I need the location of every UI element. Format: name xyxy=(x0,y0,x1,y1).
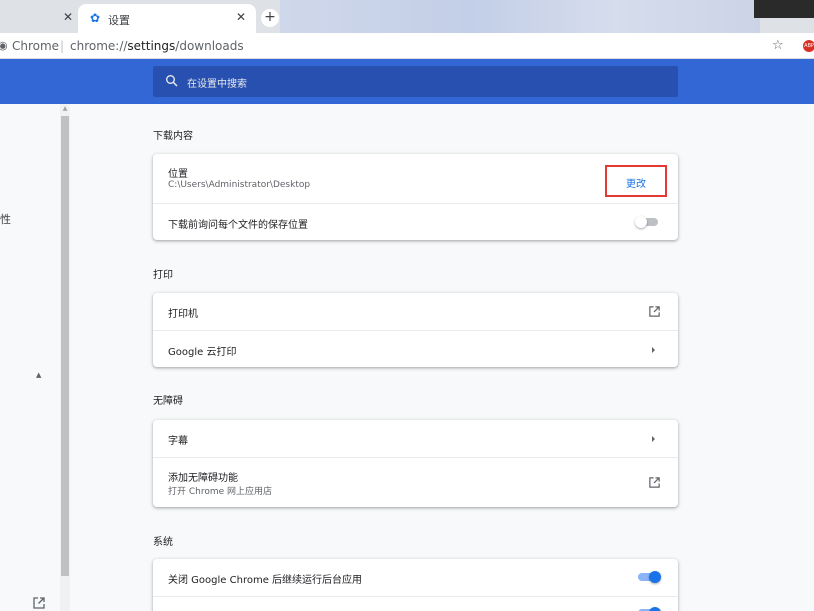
close-icon[interactable]: ✕ xyxy=(236,10,246,24)
sidebar-item-label[interactable]: 性 xyxy=(0,211,11,227)
settings-header: 在设置中搜索 xyxy=(0,59,814,104)
url-prefix: chrome:// xyxy=(70,39,128,53)
tab-title: 设置 xyxy=(108,14,130,27)
cloud-print-row[interactable]: Google 云打印 xyxy=(153,330,678,367)
captions-label: 字幕 xyxy=(168,436,188,447)
new-tab-button[interactable]: + xyxy=(261,9,279,27)
ask-location-row[interactable]: 下载前询问每个文件的保存位置 xyxy=(153,203,678,240)
toggle-knob xyxy=(635,216,647,228)
toggle-knob xyxy=(649,571,661,583)
printers-row[interactable]: 打印机 xyxy=(153,293,678,330)
chevron-right-icon xyxy=(652,436,655,442)
section-title-downloads: 下载内容 xyxy=(153,131,193,142)
address-input[interactable]: chrome://settings/downloads xyxy=(70,39,244,53)
hardware-acceleration-toggle[interactable] xyxy=(635,607,661,611)
print-card: 打印机 Google 云打印 xyxy=(153,293,678,367)
search-field[interactable]: 在设置中搜索 xyxy=(153,66,678,97)
change-button-label: 更改 xyxy=(626,179,646,190)
external-link-icon[interactable] xyxy=(648,305,661,318)
add-accessibility-row[interactable]: 添加无障碍功能 打开 Chrome 网上应用店 xyxy=(153,457,678,507)
location-path: C:\Users\Administrator\Desktop xyxy=(168,180,311,190)
cloud-print-label: Google 云打印 xyxy=(168,347,237,358)
background-apps-label: 关闭 Google Chrome 后继续运行后台应用 xyxy=(168,575,363,586)
tab-strip: ✕ ✿ 设置 ✕ + xyxy=(0,0,814,33)
chrome-icon: ◉ xyxy=(0,39,8,52)
section-title-accessibility: 无障碍 xyxy=(153,396,183,407)
site-chip[interactable]: Chrome xyxy=(12,39,59,53)
search-input[interactable]: 在设置中搜索 xyxy=(187,75,247,90)
search-icon xyxy=(166,75,178,87)
tab-previous[interactable]: ✕ xyxy=(0,6,78,33)
downloads-card: 位置 C:\Users\Administrator\Desktop 更改 下载前… xyxy=(153,154,678,240)
change-location-button[interactable]: 更改 xyxy=(605,165,667,197)
scroll-up-arrow-icon[interactable]: ▲ xyxy=(61,104,69,114)
tab-settings[interactable]: ✿ 设置 ✕ xyxy=(78,4,256,33)
background-apps-toggle[interactable] xyxy=(635,571,661,583)
scrollbar-thumb[interactable] xyxy=(61,116,69,576)
add-accessibility-sublabel: 打开 Chrome 网上应用店 xyxy=(168,487,273,497)
download-location-row: 位置 C:\Users\Administrator\Desktop 更改 xyxy=(153,154,678,203)
tab-strip-background xyxy=(280,0,760,33)
gear-icon: ✿ xyxy=(90,11,101,25)
close-icon[interactable]: ✕ xyxy=(63,10,73,24)
bookmark-star-icon[interactable]: ☆ xyxy=(772,38,784,53)
toggle-knob xyxy=(649,607,661,611)
url-separator: | xyxy=(60,39,65,53)
omnibox-bar: ◉ Chrome | chrome://settings/downloads ☆… xyxy=(0,33,814,59)
ask-location-toggle[interactable] xyxy=(635,216,661,228)
adblock-icon[interactable]: ABP xyxy=(803,40,814,52)
add-accessibility-label: 添加无障碍功能 xyxy=(168,473,238,484)
location-label: 位置 xyxy=(168,169,188,180)
section-title-print: 打印 xyxy=(153,270,173,281)
section-title-system: 系统 xyxy=(153,537,173,548)
captions-row[interactable]: 字幕 xyxy=(153,420,678,457)
printers-label: 打印机 xyxy=(168,309,198,320)
background-apps-row[interactable]: 关闭 Google Chrome 后继续运行后台应用 xyxy=(153,559,678,596)
hardware-acceleration-row[interactable] xyxy=(153,596,678,611)
url-suffix: /downloads xyxy=(175,39,244,53)
ask-location-label: 下载前询问每个文件的保存位置 xyxy=(168,220,308,231)
external-link-icon[interactable] xyxy=(648,476,661,489)
external-link-icon[interactable] xyxy=(32,596,46,610)
chevron-right-icon xyxy=(652,347,655,353)
accessibility-card: 字幕 添加无障碍功能 打开 Chrome 网上应用店 xyxy=(153,420,678,507)
window-corner xyxy=(754,0,814,18)
system-card: 关闭 Google Chrome 后继续运行后台应用 xyxy=(153,559,678,611)
chevron-up-icon[interactable]: ▲ xyxy=(36,371,41,379)
url-path: settings xyxy=(127,39,176,53)
